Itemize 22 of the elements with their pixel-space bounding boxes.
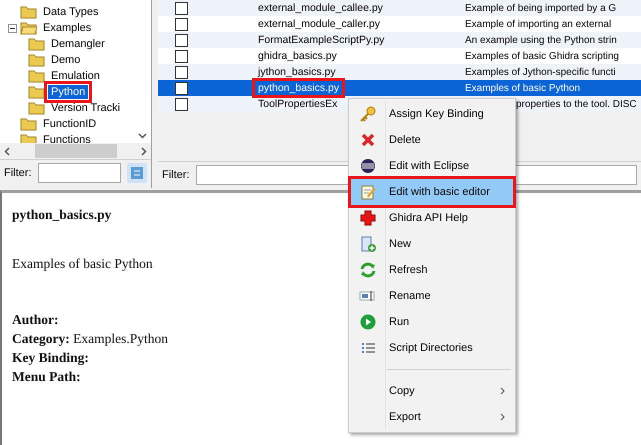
script-name: ghidra_basics.py	[257, 49, 338, 63]
script-name: FormatExampleScriptPy.py	[257, 33, 386, 47]
script-description: Examples of Jython-specific functi	[465, 66, 616, 78]
script-name: jython_basics.py	[256, 65, 337, 79]
script-title: python_basics.py	[12, 207, 112, 223]
detail-field: Key Binding:	[12, 348, 89, 367]
script-description: An example using the Python strin	[465, 34, 617, 46]
script-description: Examples of basic Ghidra scripting	[465, 50, 619, 62]
script-description: Examples of basic Python	[465, 82, 580, 94]
script-summary: Examples of basic Python	[12, 256, 153, 272]
detail-field: Menu Path:	[12, 367, 81, 386]
script-name: external_module_callee.py	[257, 1, 384, 15]
script-description: Example of being imported by a G	[465, 2, 616, 14]
script-name: python_basics.py	[255, 81, 342, 95]
detail-field: Category: Examples.Python	[12, 329, 168, 348]
detail-field: Author:	[12, 310, 58, 329]
filter-label: Filter:	[4, 166, 32, 178]
script-description: Example of importing an external	[465, 18, 612, 30]
script-name: external_module_caller.py	[257, 17, 381, 31]
script-name: ToolPropertiesEx	[257, 97, 338, 111]
filter-label: Filter:	[162, 168, 190, 180]
script-description: properties to the tool. DISC	[515, 98, 637, 110]
